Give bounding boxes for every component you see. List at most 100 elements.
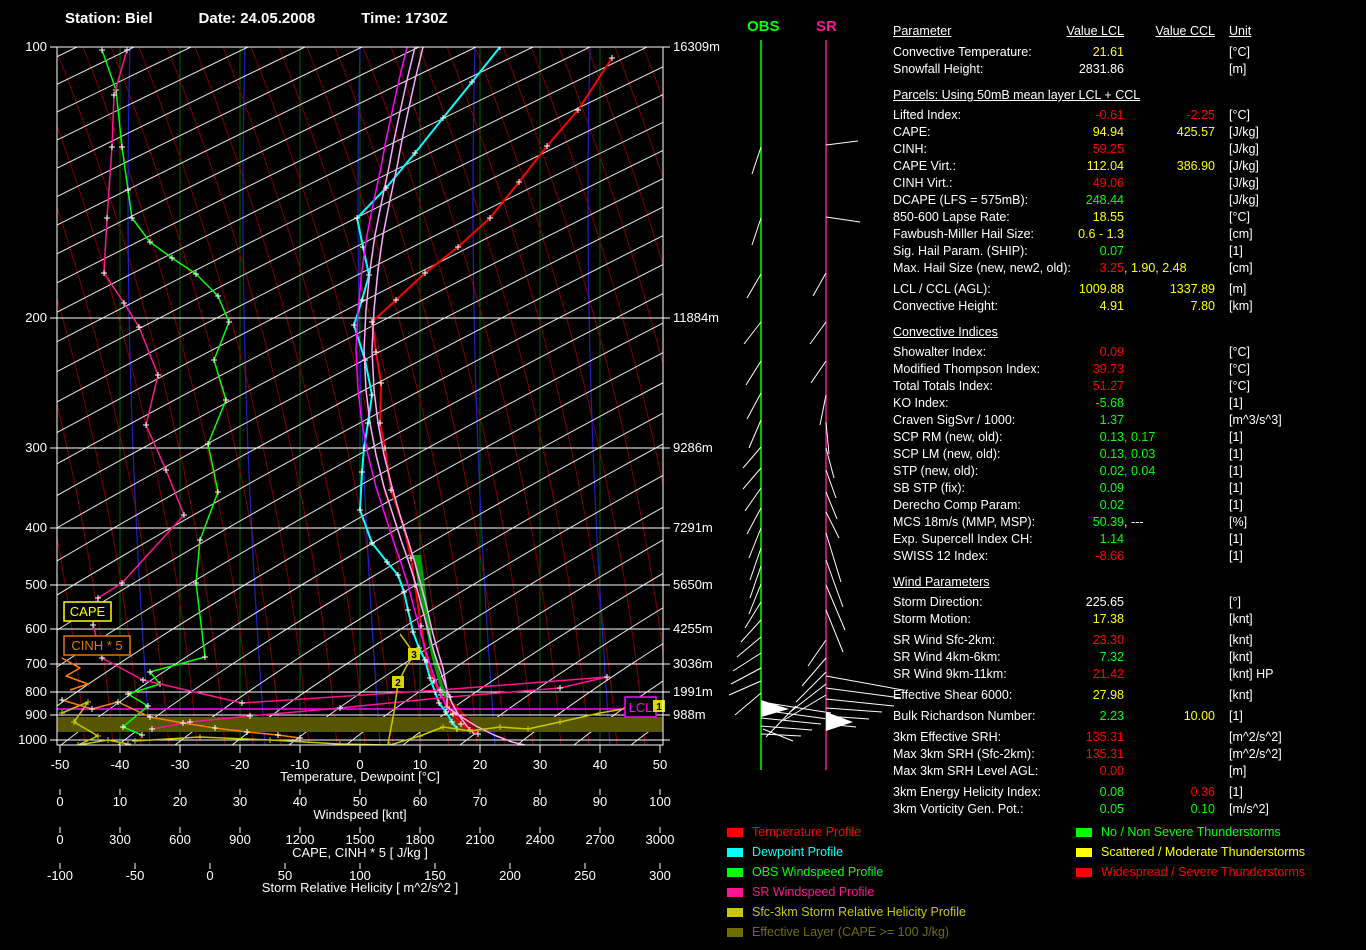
param-unit: [1]	[1229, 532, 1243, 546]
param-unit: [cm]	[1229, 227, 1253, 241]
param-unit: [knt] HP	[1229, 667, 1273, 681]
param-row: Convective Height:4.917.80[km]	[893, 299, 1366, 316]
param-unit: [m^3/s^3]	[1229, 413, 1282, 427]
param-unit: [1]	[1229, 709, 1243, 723]
col-value-ccl: Value CCL	[1155, 24, 1215, 38]
legend-color-chip	[727, 928, 743, 937]
value-ccl: -2.25	[1187, 108, 1216, 122]
svg-text:250: 250	[574, 868, 596, 883]
param-row: Lifted Index:-0.61-2.25[°C]	[893, 108, 1366, 125]
param-row: Bulk Richardson Number:2.2310.00[1]	[893, 709, 1366, 726]
section-header: Convective Indices	[893, 325, 1366, 342]
svg-text:0: 0	[56, 794, 63, 809]
svg-text:16309m: 16309m	[673, 39, 720, 54]
svg-text:CAPE, CINH * 5 [ J/kg ]: CAPE, CINH * 5 [ J/kg ]	[292, 845, 428, 860]
param-row: 3km Vorticity Gen. Pot.:0.050.10[m/s^2]	[893, 802, 1366, 819]
param-label: Craven SigSvr / 1000:	[893, 413, 1015, 427]
value-lcl: 0.00	[1100, 764, 1124, 778]
svg-text:200: 200	[499, 868, 521, 883]
param-row: CINH Virt.:49.06[J/kg]	[893, 176, 1366, 193]
param-unit: [°C]	[1229, 379, 1250, 393]
svg-text:-50: -50	[126, 868, 145, 883]
svg-text:600: 600	[25, 621, 47, 636]
svg-text:988m: 988m	[673, 707, 706, 722]
svg-text:LCL: LCL	[629, 700, 653, 715]
param-row: 3km Effective SRH:135.31[m^2/s^2]	[893, 730, 1366, 747]
legend-label: Scattered / Moderate Thunderstorms	[1101, 845, 1305, 859]
svg-text:9286m: 9286m	[673, 440, 713, 455]
param-row: Fawbush-Miller Hail Size:0.6 - 1.3[cm]	[893, 227, 1366, 244]
value-extra: , ---	[1124, 515, 1143, 529]
x-axis-1: 0102030405060708090100Windspeed [knt]	[56, 789, 670, 822]
param-label: SR Wind 4km-6km:	[893, 650, 1001, 664]
param-row: SCP LM (new, old):0.13, 0.03[1]	[893, 447, 1366, 464]
param-unit: [m]	[1229, 62, 1246, 76]
svg-text:2400: 2400	[526, 832, 555, 847]
series-cinh-profile-a	[62, 658, 88, 690]
param-row: SR Wind 9km-11km:21.42[knt] HP	[893, 667, 1366, 684]
value-lcl: 4.91	[1100, 299, 1124, 313]
value-lcl: 1.14	[1100, 532, 1124, 546]
station-label: Station: Biel	[65, 10, 153, 27]
param-label: MCS 18m/s (MMP, MSP):	[893, 515, 1035, 529]
svg-text:CINH * 5: CINH * 5	[71, 638, 122, 653]
param-label: SCP RM (new, old):	[893, 430, 1003, 444]
legend-color-chip	[1076, 828, 1092, 837]
profile-legend-item: OBS Windspeed Profile	[727, 862, 966, 882]
title-bar: Station: BielDate: 24.05.2008Time: 1730Z	[65, 10, 494, 27]
param-label: Convective Temperature:	[893, 45, 1032, 59]
param-row: Modified Thompson Index:39.73[°C]	[893, 362, 1366, 379]
param-row: Effective Shear 6000:27.98[knt]	[893, 688, 1366, 705]
param-row: Storm Direction:225.65[°]	[893, 595, 1366, 612]
svg-text:CAPE: CAPE	[70, 604, 106, 619]
value-lcl: 17.38	[1093, 612, 1124, 626]
storm-legend-item: Widespread / Severe Thunderstorms	[1076, 862, 1305, 882]
param-row: Convective Temperature:21.61[°C]	[893, 45, 1366, 62]
param-unit: [1]	[1229, 498, 1243, 512]
param-label: CINH:	[893, 142, 927, 156]
param-label: CAPE:	[893, 125, 931, 139]
svg-text:7291m: 7291m	[673, 520, 713, 535]
annotation-cinh-5: CINH * 5	[64, 636, 130, 655]
param-row: Snowfall Height:2831.86[m]	[893, 62, 1366, 79]
value-lcl: 2831.86	[1079, 62, 1124, 76]
param-label: 3km Energy Helicity Index:	[893, 785, 1041, 799]
param-row: CAPE:94.94425.57[J/kg]	[893, 125, 1366, 142]
svg-text:100: 100	[649, 794, 671, 809]
value-lcl: 0.02	[1100, 464, 1124, 478]
legend-label: Dewpoint Profile	[752, 845, 843, 859]
param-label: Showalter Index:	[893, 345, 986, 359]
parameter-panel-header: Parameter Value LCL Value CCL Unit	[893, 24, 1366, 45]
obs-wind-column	[729, 40, 831, 770]
param-unit: [1]	[1229, 244, 1243, 258]
svg-text:40: 40	[293, 794, 307, 809]
value-lcl: 3.25	[1100, 261, 1124, 275]
svg-text:Temperature, Dewpoint [°C]: Temperature, Dewpoint [°C]	[280, 769, 440, 784]
svg-text:300: 300	[25, 440, 47, 455]
svg-text:400: 400	[25, 520, 47, 535]
svg-text:11884m: 11884m	[673, 310, 719, 325]
param-row: SR Wind Sfc-2km:23.30[knt]	[893, 633, 1366, 650]
km-marker-2: 2	[392, 676, 404, 689]
param-unit: [1]	[1229, 430, 1243, 444]
param-unit: [°]	[1229, 595, 1241, 609]
svg-text:600: 600	[169, 832, 191, 847]
value-lcl: -8.66	[1096, 549, 1125, 563]
value-lcl: 59.25	[1093, 142, 1124, 156]
annotation-lcl: LCL	[625, 697, 656, 717]
time-label: Time: 1730Z	[361, 10, 447, 27]
value-lcl: -5.68	[1096, 396, 1125, 410]
param-label: Sig. Hail Param. (SHIP):	[893, 244, 1028, 258]
value-lcl: 112.04	[1087, 159, 1124, 173]
param-label: Modified Thompson Index:	[893, 362, 1040, 376]
value-lcl: 0.08	[1100, 785, 1124, 799]
legend-color-chip	[727, 888, 743, 897]
param-row: Craven SigSvr / 1000:1.37[m^3/s^3]	[893, 413, 1366, 430]
legend-label: SR Windspeed Profile	[752, 885, 874, 899]
svg-text:1000: 1000	[18, 732, 47, 747]
param-row: Sig. Hail Param. (SHIP):0.07[1]	[893, 244, 1366, 261]
param-unit: [°C]	[1229, 345, 1250, 359]
svg-text:300: 300	[649, 868, 671, 883]
svg-text:-40: -40	[111, 757, 130, 772]
param-unit: [m^2/s^2]	[1229, 730, 1282, 744]
